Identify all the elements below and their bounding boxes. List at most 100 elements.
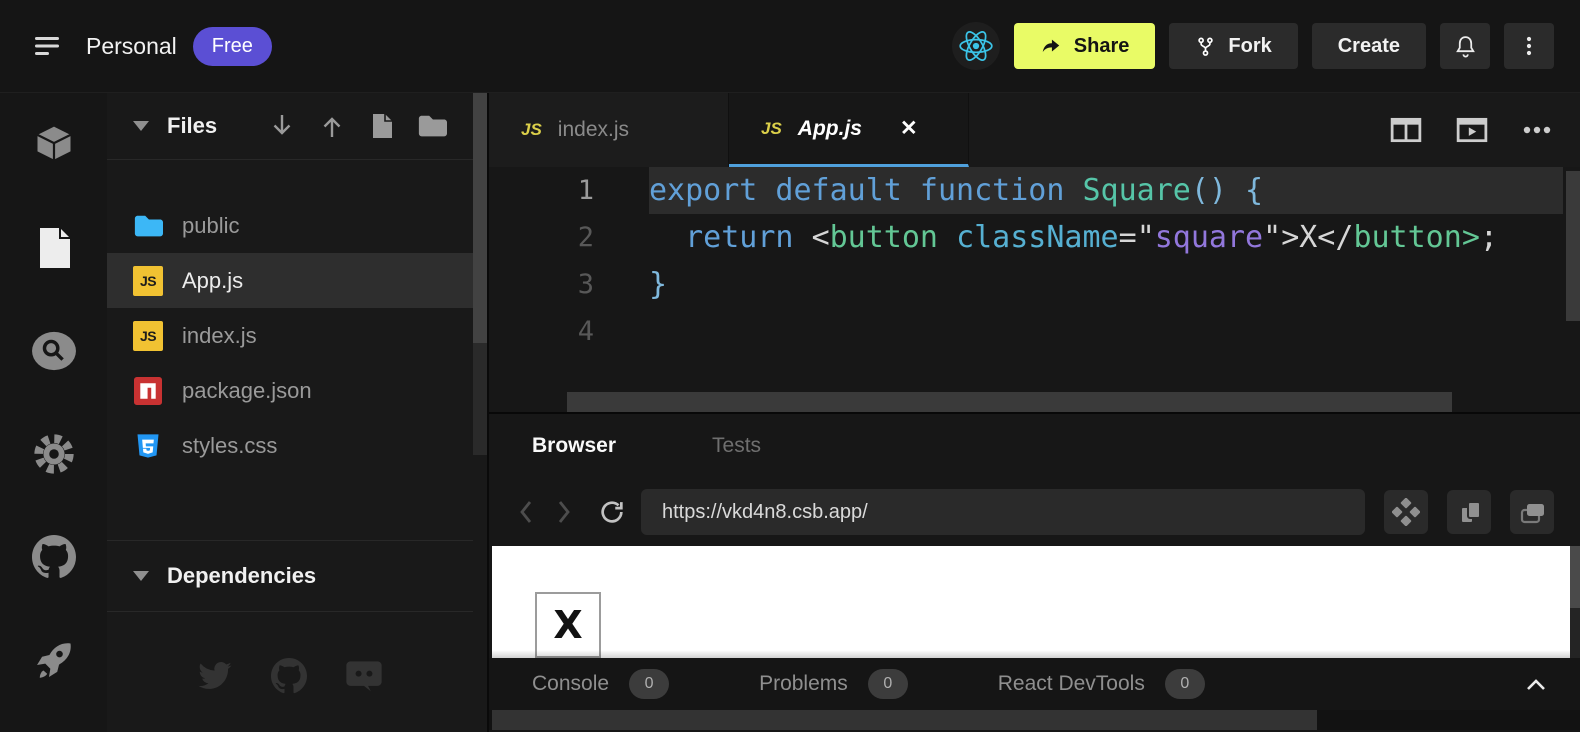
plan-badge: Free <box>193 27 272 66</box>
scrollbar-thumb[interactable] <box>1570 546 1580 608</box>
open-external-window-icon[interactable] <box>1510 490 1554 534</box>
bottom-scrollbar[interactable] <box>489 710 1580 730</box>
dependencies-header[interactable]: Dependencies <box>107 540 473 612</box>
split-view-icon[interactable] <box>1390 116 1422 144</box>
upload-icon[interactable] <box>317 111 347 141</box>
notifications-bell-icon[interactable] <box>1440 23 1490 69</box>
count-badge: 0 <box>1165 669 1205 699</box>
twitter-icon[interactable] <box>197 658 233 694</box>
js-file-icon: JS <box>521 120 542 140</box>
url-bar[interactable] <box>641 489 1365 535</box>
top-bar: Personal Free Share Fork Create <box>0 0 1580 93</box>
github-icon[interactable] <box>271 658 307 694</box>
css-file-icon <box>133 431 163 461</box>
line-content <box>649 308 1563 355</box>
preview-panel: Browser Tests <box>489 412 1580 732</box>
explorer-scrollbar[interactable] <box>473 93 487 732</box>
preview-tab-tests[interactable]: Tests <box>712 434 761 458</box>
file-explorer: Files public JS App.js JS index.js package.js… <box>107 93 473 732</box>
square-button[interactable]: X <box>535 592 601 658</box>
kebab-menu-icon[interactable] <box>1504 23 1554 69</box>
editor-tabbar: JSindex.jsJSApp.js✕ <box>489 93 1580 167</box>
cube-icon[interactable] <box>30 121 78 169</box>
code-lines: 1 export default function Square() {2 ret… <box>489 167 1580 355</box>
editor-tab-index.js[interactable]: JSindex.js <box>489 93 729 167</box>
responsive-preview-icon[interactable] <box>1384 490 1428 534</box>
code-editor[interactable]: 1 export default function Square() {2 ret… <box>489 167 1580 412</box>
file-row-styles.css[interactable]: styles.css <box>107 418 473 473</box>
search-icon[interactable] <box>30 327 78 375</box>
line-content: return <button className="square">X</but… <box>649 214 1563 261</box>
fork-button[interactable]: Fork <box>1169 23 1297 69</box>
console-tab-react-devtools[interactable]: React DevTools 0 <box>998 669 1205 699</box>
codesandbox-app: Personal Free Share Fork Create <box>0 0 1580 732</box>
code-line-3[interactable]: 3} <box>489 261 1580 308</box>
preview-tab-browser[interactable]: Browser <box>532 434 616 458</box>
folder-file-icon <box>133 211 163 241</box>
code-line-4[interactable]: 4 <box>489 308 1580 355</box>
console-bar: Console0 Problems0 React DevTools 0 <box>489 658 1580 710</box>
file-name: index.js <box>182 323 257 349</box>
js-file-icon: JS <box>133 321 163 351</box>
topbar-actions: Share Fork Create <box>952 22 1554 70</box>
refresh-icon[interactable] <box>593 493 631 531</box>
count-badge: 0 <box>868 669 908 699</box>
preview-tabs: Browser Tests <box>489 414 1580 478</box>
new-file-icon[interactable] <box>367 111 397 141</box>
js-file-icon: JS <box>133 266 163 296</box>
tab-label: App.js <box>798 117 862 141</box>
more-options-icon[interactable] <box>1522 125 1552 135</box>
code-line-1[interactable]: 1 export default function Square() { <box>489 167 1580 214</box>
code-line-2[interactable]: 2 return <button className="square">X</b… <box>489 214 1580 261</box>
editor-vertical-scrollbar[interactable] <box>1566 171 1580 321</box>
editor-area: JSindex.jsJSApp.js✕ 1export default func… <box>487 93 1580 732</box>
console-tab-console[interactable]: Console0 <box>532 669 669 699</box>
rocket-icon[interactable] <box>30 636 78 684</box>
back-icon[interactable] <box>507 493 545 531</box>
discord-icon[interactable] <box>345 658 383 694</box>
fork-icon <box>1195 36 1216 57</box>
line-content: export default function Square() { <box>649 167 1563 214</box>
social-links <box>107 658 473 694</box>
js-file-icon: JS <box>761 119 782 139</box>
file-row-public[interactable]: public <box>107 198 473 253</box>
file-name: package.json <box>182 378 312 404</box>
console-tab-problems[interactable]: Problems0 <box>759 669 908 699</box>
console-tab-label: React DevTools <box>998 672 1145 696</box>
line-number: 1 <box>489 175 594 206</box>
editor-horizontal-scrollbar[interactable] <box>567 392 1452 412</box>
workspace-name[interactable]: Personal <box>86 33 177 60</box>
count-badge: 0 <box>629 669 669 699</box>
file-row-package.json[interactable]: package.json <box>107 363 473 418</box>
file-row-index.js[interactable]: JS index.js <box>107 308 473 363</box>
editor-tab-App.js[interactable]: JS App.js ✕ <box>729 93 969 167</box>
github-icon[interactable] <box>30 533 78 581</box>
file-icon[interactable] <box>30 224 78 272</box>
new-folder-icon[interactable] <box>417 111 447 141</box>
close-tab-icon[interactable]: ✕ <box>900 116 918 141</box>
chevron-up-icon[interactable] <box>1524 676 1548 692</box>
chevron-down-icon <box>133 121 149 131</box>
scrollbar-thumb[interactable] <box>492 710 1317 730</box>
preview-scrollbar[interactable] <box>1570 546 1580 658</box>
file-name: App.js <box>182 268 243 294</box>
react-logo-icon[interactable] <box>952 22 1000 70</box>
explorer-header[interactable]: Files <box>107 93 473 160</box>
menu-icon[interactable] <box>26 24 70 68</box>
file-row-App.js[interactable]: JS App.js <box>107 253 473 308</box>
editor-tab-actions <box>1390 93 1580 167</box>
activity-bar <box>0 93 107 732</box>
download-icon[interactable] <box>267 111 297 141</box>
preview-viewport: X <box>492 546 1570 658</box>
npm-file-icon <box>133 376 163 406</box>
browser-nav-row <box>489 478 1580 546</box>
explorer-title: Files <box>167 113 217 139</box>
share-button[interactable]: Share <box>1014 23 1156 69</box>
file-list: public JS App.js JS index.js package.json styl… <box>107 198 473 473</box>
create-button[interactable]: Create <box>1312 23 1426 69</box>
open-preview-icon[interactable] <box>1456 116 1488 144</box>
forward-icon[interactable] <box>545 493 583 531</box>
open-in-new-tab-icon[interactable] <box>1447 490 1491 534</box>
gear-icon[interactable] <box>30 430 78 478</box>
scrollbar-thumb[interactable] <box>473 93 487 343</box>
